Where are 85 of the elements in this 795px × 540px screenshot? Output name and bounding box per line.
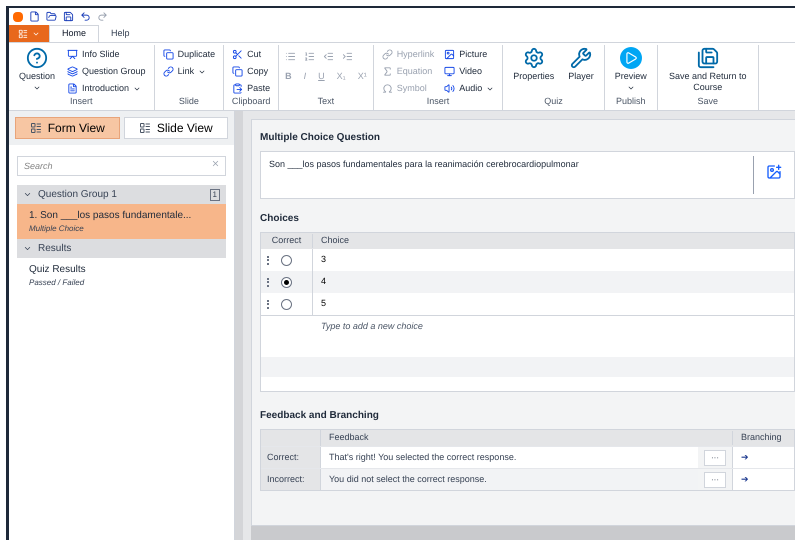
column-header: Choice — [320, 234, 350, 248]
outdent-icon[interactable] — [323, 51, 334, 62]
image-icon[interactable] — [766, 164, 782, 180]
column-header: Branching — [732, 431, 794, 445]
gear-icon — [522, 47, 545, 69]
document-icon — [67, 83, 78, 94]
ribbon-tab[interactable]: Help — [99, 25, 142, 42]
drag-handle-icon[interactable] — [267, 300, 269, 308]
ribbon-button[interactable]: Audio — [442, 81, 496, 96]
drag-handle-icon[interactable] — [267, 256, 269, 264]
copy-icon — [232, 66, 244, 77]
ribbon-tab[interactable]: Home — [49, 25, 100, 42]
tree-group-header[interactable]: Results — [17, 239, 226, 258]
row-label: Correct: — [261, 447, 321, 468]
chevron-icon — [23, 190, 32, 199]
new-choice-placeholder[interactable]: Type to add a new choice — [313, 320, 431, 334]
copy-icon — [162, 49, 174, 60]
row-label: Incorrect: — [261, 469, 321, 490]
drag-handle-icon[interactable] — [267, 278, 269, 286]
ribbon-large-button[interactable]: Player — [564, 47, 598, 82]
choice-text[interactable]: 5 — [313, 297, 334, 311]
radio-button[interactable] — [281, 298, 292, 310]
more-button[interactable]: ··· — [704, 472, 726, 488]
choice-text[interactable]: 4 — [313, 275, 334, 289]
tree-group-header[interactable]: Question Group 1 1 — [17, 185, 226, 204]
indent-icon[interactable] — [342, 51, 354, 62]
ribbon-large-button[interactable]: Properties — [509, 47, 558, 82]
radio-button[interactable] — [281, 254, 292, 266]
clear-icon[interactable] — [211, 159, 220, 168]
section-heading: Choices — [260, 212, 300, 226]
redo-icon[interactable] — [97, 11, 108, 22]
folder-icon[interactable] — [46, 11, 57, 22]
ribbon-button[interactable]: Picture — [442, 47, 496, 62]
undo-icon[interactable] — [80, 11, 91, 22]
play-icon — [620, 47, 642, 69]
new-file-icon[interactable] — [29, 11, 40, 22]
group-name: Results — [38, 242, 72, 256]
search-field[interactable]: Search — [17, 156, 226, 176]
ribbon-button[interactable]: Copy — [230, 64, 272, 79]
tree-item[interactable]: 1. Son ___los pasos fundamentale... Multiple Choice — [17, 204, 226, 239]
ribbon-button[interactable]: Duplicate — [160, 47, 218, 62]
choice-text[interactable]: 3 — [313, 253, 334, 267]
section-heading: Multiple Choice Question — [260, 131, 382, 145]
feedback-text[interactable]: That's right! You selected the correct response. — [321, 447, 698, 468]
link-icon — [382, 49, 393, 60]
image-icon — [444, 49, 456, 60]
chevron-icon — [23, 244, 32, 253]
view-toggle-button[interactable]: Form View — [15, 117, 120, 139]
view-toggle-button[interactable]: Slide View — [124, 117, 228, 139]
ribbon-large-button[interactable]: Question — [15, 47, 60, 92]
column-header: Feedback — [328, 431, 370, 444]
clipboard-icon — [232, 83, 244, 94]
ribbon-button[interactable]: Video — [442, 64, 496, 79]
save-icon[interactable] — [63, 11, 74, 22]
monitor-icon — [444, 66, 456, 77]
count-badge: 1 — [210, 188, 220, 200]
menu-icon — [18, 28, 28, 38]
ribbon-large-button[interactable]: Save and Return to Course — [664, 47, 752, 94]
ribbon-button[interactable]: Cut — [230, 47, 272, 62]
ribbon-button[interactable]: Paste — [230, 81, 272, 96]
scissors-icon — [232, 49, 244, 60]
wrench-icon — [570, 47, 592, 69]
section-heading: Feedback and Branching — [260, 409, 380, 423]
question-mark-icon — [26, 47, 48, 69]
view-icon — [30, 122, 42, 134]
speaker-icon — [444, 83, 456, 94]
column-header: Correct — [261, 234, 313, 248]
ribbon-large-button[interactable]: Preview — [610, 47, 651, 92]
bullet-list-icon[interactable] — [285, 51, 296, 62]
group-name: Question Group 1 — [38, 188, 118, 202]
ribbon-button[interactable]: Question Group — [65, 64, 148, 79]
omega-icon — [382, 83, 393, 94]
app-logo-icon — [13, 12, 23, 22]
radio-button[interactable] — [281, 276, 292, 288]
sigma-icon — [382, 66, 393, 77]
more-button[interactable]: ··· — [704, 450, 726, 466]
layers-icon — [67, 66, 78, 77]
slide-icon — [67, 49, 78, 60]
ribbon-button[interactable]: Info Slide — [65, 47, 148, 62]
numbered-list-icon[interactable] — [304, 51, 316, 62]
link-icon — [162, 66, 174, 77]
ribbon-button[interactable]: Link — [160, 64, 218, 79]
view-icon — [138, 122, 151, 134]
ribbon-button[interactable]: Introduction — [65, 81, 148, 96]
floppy-disk-icon — [696, 47, 719, 69]
